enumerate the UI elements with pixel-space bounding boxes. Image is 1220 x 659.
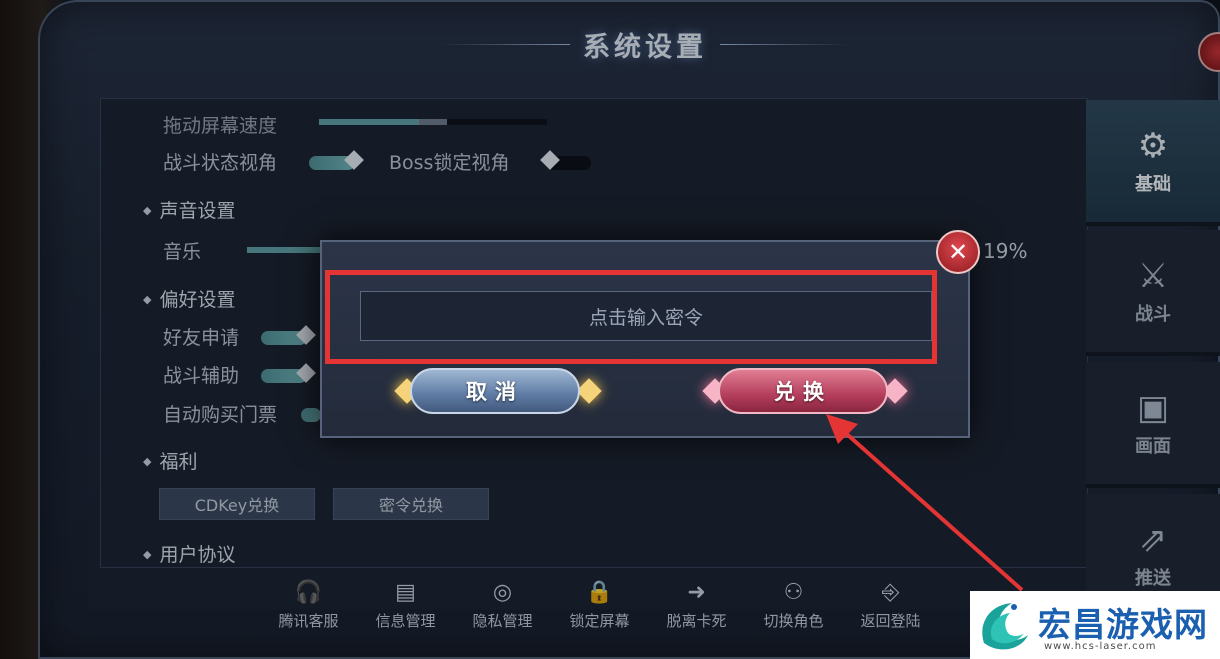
watermark-logo: 宏昌游戏网 www.hcs-laser.com: [970, 591, 1220, 659]
watermark-name: 宏昌游戏网: [1038, 605, 1208, 644]
watermark-url: www.hcs-laser.com: [1044, 641, 1157, 652]
dragon-logo-icon: [982, 603, 1028, 650]
annotation-arrow: [826, 414, 1024, 592]
